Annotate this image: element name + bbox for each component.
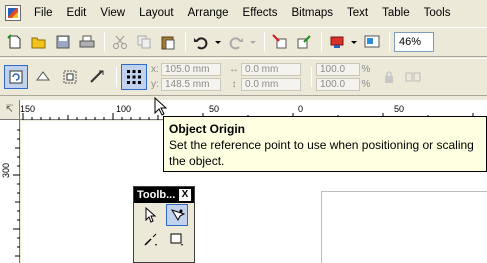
application-launcher-dropdown[interactable] xyxy=(350,31,358,53)
redo-dropdown[interactable] xyxy=(249,31,257,53)
height-field[interactable]: 0.0 mm xyxy=(241,78,301,91)
pick-tool-icon[interactable] xyxy=(140,204,162,226)
toolbar-separator xyxy=(389,32,390,52)
menu-effects[interactable]: Effects xyxy=(236,2,285,24)
close-icon[interactable]: X xyxy=(179,189,191,201)
lock-icon[interactable] xyxy=(378,66,400,88)
menu-arrange[interactable]: Arrange xyxy=(181,2,236,24)
toolbox-panel: Toolb... X xyxy=(133,186,195,263)
new-icon[interactable] xyxy=(4,31,26,53)
toolbar-separator xyxy=(264,32,265,52)
menu-table[interactable]: Table xyxy=(375,2,417,24)
mouse-cursor-icon xyxy=(154,97,168,116)
percent-label-y: % xyxy=(361,79,371,90)
size-fields: ↔ 0.0 mm ↕ 0.0 mm xyxy=(227,63,301,91)
application-launcher-icon[interactable] xyxy=(326,31,348,53)
edit-fill-icon[interactable] xyxy=(85,65,109,89)
width-icon: ↔ xyxy=(229,64,239,75)
save-icon[interactable] xyxy=(52,31,74,53)
undo-dropdown[interactable] xyxy=(214,31,222,53)
menu-bitmaps[interactable]: Bitmaps xyxy=(284,2,340,24)
scale-y-field[interactable]: 100.0 xyxy=(316,78,360,91)
height-icon: ↕ xyxy=(231,79,237,90)
open-icon[interactable] xyxy=(28,31,50,53)
mirror-icon[interactable] xyxy=(58,65,82,89)
print-icon[interactable] xyxy=(76,31,98,53)
reset-rotation-icon[interactable] xyxy=(4,65,28,89)
width-field[interactable]: 0.0 mm xyxy=(241,63,301,76)
paste-icon[interactable] xyxy=(157,31,179,53)
y-position-field[interactable]: 148.5 mm xyxy=(161,78,221,91)
tool-row xyxy=(134,227,194,251)
menu-view[interactable]: View xyxy=(93,2,132,24)
menu-edit[interactable]: Edit xyxy=(60,2,94,24)
shape-tool-icon[interactable] xyxy=(166,204,188,226)
menu-bar: File Edit View Layout Arrange Effects Bi… xyxy=(0,0,487,26)
position-fields: x: 105.0 mm y: 148.5 mm xyxy=(151,63,221,91)
redo-icon[interactable] xyxy=(225,31,247,53)
copy-icon[interactable] xyxy=(133,31,155,53)
menu-tools[interactable]: Tools xyxy=(417,2,458,24)
tooltip-text: Set the reference point to use when posi… xyxy=(169,138,474,168)
toolbox-title: Toolb... xyxy=(137,189,176,201)
ruler-ticks xyxy=(13,129,20,257)
object-origin-icon xyxy=(127,70,141,84)
import-icon[interactable] xyxy=(269,31,291,53)
toolbar-separator xyxy=(321,32,322,52)
menu-file[interactable]: File xyxy=(27,2,60,24)
lock-ratio-icon[interactable] xyxy=(31,65,55,89)
rectangle-tool-icon[interactable] xyxy=(166,228,188,250)
property-bar: x: 105.0 mm y: 148.5 mm ↔ 0.0 mm ↕ 0.0 m… xyxy=(0,58,487,96)
app-icon[interactable] xyxy=(5,5,21,21)
welcome-screen-icon[interactable] xyxy=(361,31,383,53)
toolbox-titlebar[interactable]: Toolb... X xyxy=(134,187,194,203)
x-position-field[interactable]: 105.0 mm xyxy=(161,63,221,76)
toolbar-separator xyxy=(116,67,117,87)
percent-label-x: % xyxy=(361,64,371,75)
page-border xyxy=(321,191,487,263)
toolbar-separator xyxy=(311,67,312,87)
object-origin-tooltip: Object Origin Set the reference point to… xyxy=(163,116,487,172)
toolbar-separator xyxy=(104,32,105,52)
object-origin-button[interactable] xyxy=(121,64,147,90)
vertical-ruler[interactable]: 300 xyxy=(0,120,20,263)
cut-icon[interactable] xyxy=(109,31,131,53)
tooltip-title: Object Origin xyxy=(169,122,246,136)
y-label: y: xyxy=(151,79,159,90)
mirror-horizontal-icon[interactable] xyxy=(402,66,424,88)
freehand-tool-icon[interactable] xyxy=(140,228,162,250)
scale-x-field[interactable]: 100.0 xyxy=(316,63,360,76)
menu-layout[interactable]: Layout xyxy=(132,2,181,24)
export-icon[interactable] xyxy=(293,31,315,53)
ruler-origin-corner[interactable]: ↸ xyxy=(0,100,20,120)
toolbar-separator xyxy=(185,32,186,52)
x-label: x: xyxy=(151,64,159,75)
tool-row xyxy=(134,203,194,227)
standard-toolbar: 46% xyxy=(0,27,487,57)
zoom-level-field[interactable]: 46% xyxy=(394,32,434,52)
undo-icon[interactable] xyxy=(190,31,212,53)
menu-text[interactable]: Text xyxy=(340,2,375,24)
scale-fields: 100.0 % 100.0 % xyxy=(316,63,372,91)
